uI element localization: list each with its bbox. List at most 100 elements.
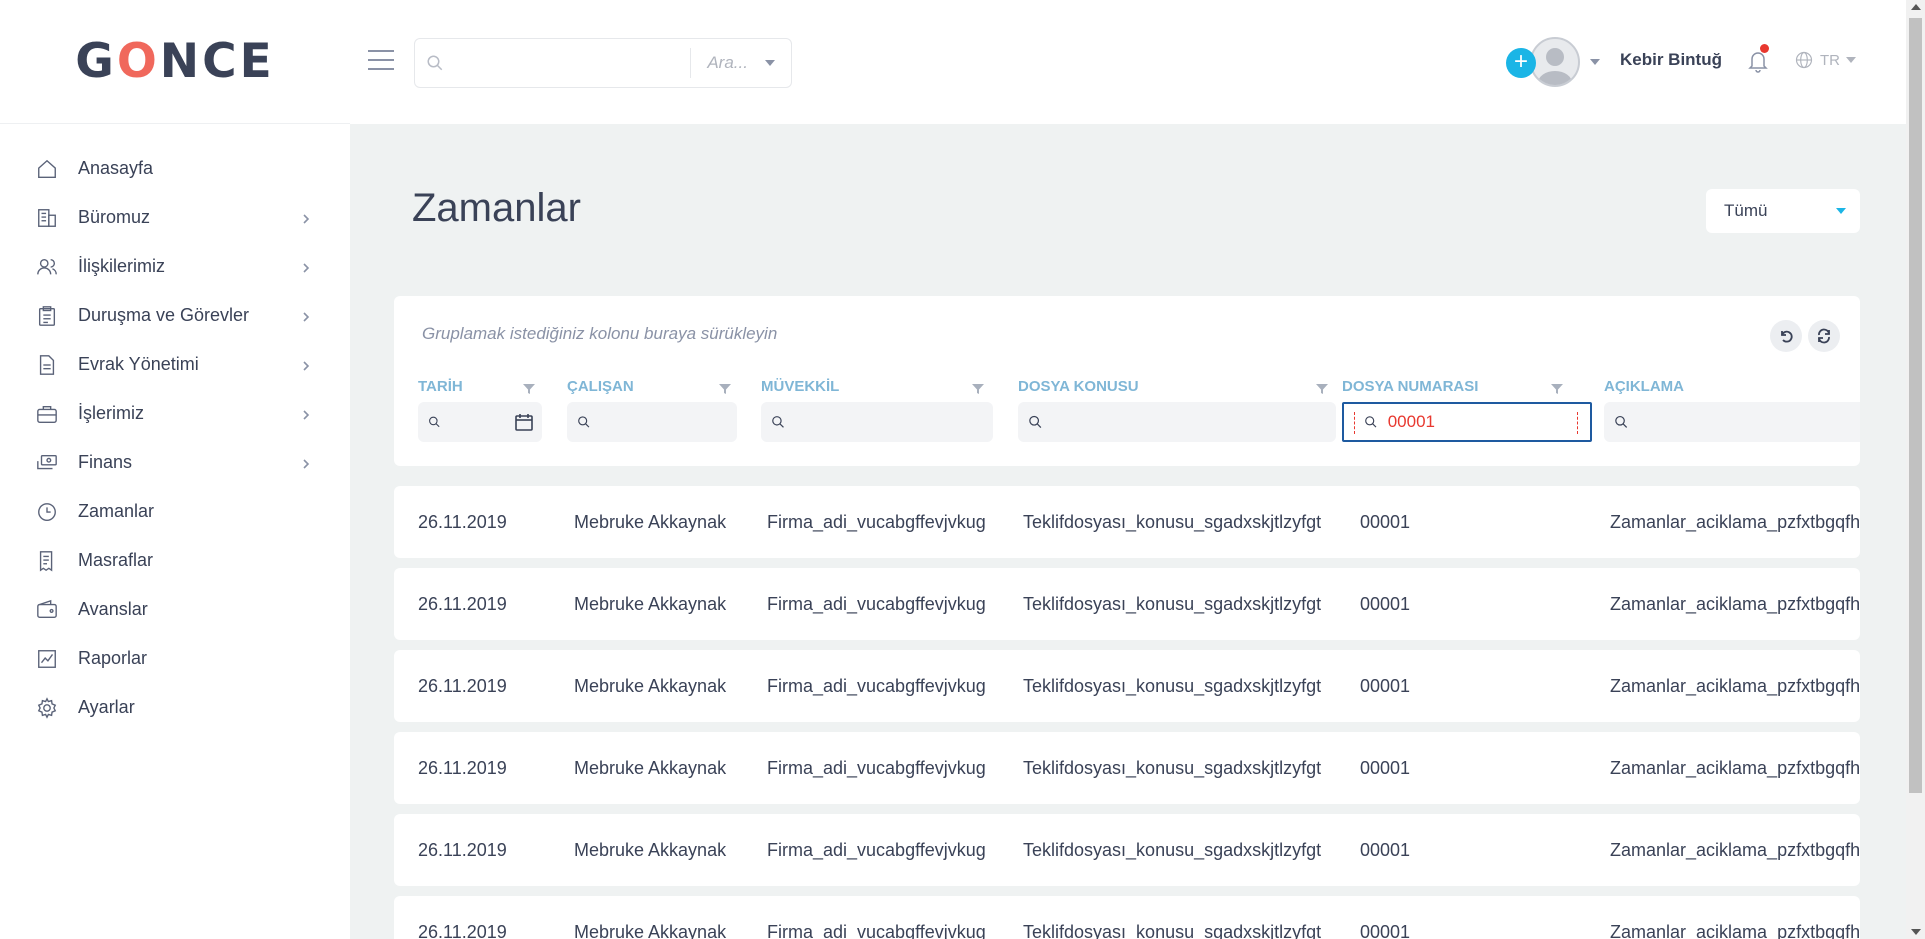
search-scope-select[interactable]: Ara... (691, 53, 791, 73)
wallet-icon (36, 599, 58, 621)
sidebar-item-11[interactable]: Raporlar (0, 634, 350, 683)
home-icon (36, 158, 58, 180)
grid-rows: 26.11.2019 Mebruke Akkaynak Firma_adi_vuca… (394, 486, 1860, 939)
column-filter-3[interactable] (761, 402, 993, 442)
sidebar-item-10[interactable]: Avanslar (0, 585, 350, 634)
money-icon (36, 452, 58, 474)
column-title[interactable]: MÜVEKKİL (761, 378, 839, 395)
undo-icon[interactable] (1770, 320, 1802, 352)
funnel-icon[interactable] (1315, 382, 1329, 396)
app-logo[interactable]: GONCE (0, 0, 350, 124)
sidebar-item-1[interactable]: Anasayfa (0, 144, 350, 193)
cell-aciklama: Zamanlar_aciklama_pzfxtbgqfh (1610, 840, 1860, 860)
notification-dot (1760, 44, 1769, 53)
table-row[interactable]: 26.11.2019 Mebruke Akkaynak Firma_adi_vuca… (394, 896, 1860, 939)
column-header-5[interactable]: DOSYA NUMARASI (1342, 378, 1592, 462)
gear-icon (36, 696, 58, 719)
column-header-3[interactable]: MÜVEKKİL (761, 378, 993, 462)
column-header-1[interactable]: TARİH (418, 378, 542, 462)
column-title[interactable]: DOSYA NUMARASI (1342, 378, 1478, 395)
column-title[interactable]: AÇIKLAMA (1604, 378, 1684, 395)
cell-aciklama: Zamanlar_aciklama_pzfxtbgqfh (1610, 758, 1860, 778)
cell-muvekkil: Firma_adi_vucabgffevjvkug (767, 922, 986, 939)
scroll-up-icon[interactable] (1911, 4, 1921, 10)
funnel-icon[interactable] (718, 382, 732, 396)
column-title[interactable]: ÇALIŞAN (567, 378, 634, 395)
building-icon (36, 207, 58, 229)
sidebar-item-label: Duruşma ve Görevler (78, 305, 250, 325)
table-row[interactable]: 26.11.2019 Mebruke Akkaynak Firma_adi_vuca… (394, 814, 1860, 886)
sidebar-item-2[interactable]: Büromuz (0, 193, 350, 242)
column-filter-input[interactable] (1387, 412, 1590, 432)
scroll-thumb[interactable] (1909, 18, 1922, 793)
sidebar-item-6[interactable]: İşlerimiz (0, 389, 350, 438)
column-filter-2[interactable] (567, 402, 737, 442)
search-icon (429, 416, 440, 428)
cell-numara: 00001 (1360, 840, 1411, 860)
column-filter-1[interactable] (418, 402, 542, 442)
column-filter-input[interactable] (600, 412, 737, 432)
cell-konu: Teklifdosyası_konusu_sgadxskjtlzyfgt (1023, 840, 1322, 860)
language-select[interactable]: TR (1794, 50, 1856, 70)
page-scrollbar[interactable] (1906, 0, 1925, 939)
search-icon (415, 54, 455, 72)
calendar-icon[interactable] (514, 412, 534, 432)
column-header-6[interactable]: AÇIKLAMA (1604, 378, 1860, 462)
cell-muvekkil: Firma_adi_vucabgffevjvkug (767, 594, 986, 614)
sidebar-item-12[interactable]: Ayarlar (0, 683, 350, 732)
document-icon (36, 354, 58, 376)
sidebar: GONCE Anasayfa Büromuz İlişkilerimiz Duruşm… (0, 0, 350, 939)
cell-tarih: 26.11.2019 (418, 512, 507, 532)
column-filter-6[interactable] (1604, 402, 1860, 442)
sidebar-item-label: Avanslar (78, 599, 148, 619)
period-filter-select[interactable]: Tümü (1706, 189, 1860, 233)
sidebar-item-label: Ayarlar (78, 697, 135, 717)
group-panel-hint[interactable]: Gruplamak istediğiniz kolonu buraya sürü… (422, 324, 777, 344)
sidebar-item-9[interactable]: Masraflar (0, 536, 350, 585)
add-button[interactable]: + (1506, 48, 1536, 78)
cell-konu: Teklifdosyası_konusu_sgadxskjtlzyfgt (1023, 512, 1322, 532)
sidebar-item-label: Büromuz (78, 207, 151, 227)
cell-calisan: Mebruke Akkaynak (574, 758, 727, 778)
avatar[interactable] (1530, 37, 1580, 87)
column-header-2[interactable]: ÇALIŞAN (567, 378, 737, 462)
chart-icon (36, 648, 58, 670)
funnel-icon[interactable] (522, 382, 536, 396)
sidebar-item-label: Evrak Yönetimi (78, 354, 199, 374)
users-icon (36, 256, 58, 278)
sidebar-nav: Anasayfa Büromuz İlişkilerimiz Duruşma ve G… (0, 144, 350, 732)
sidebar-item-label: Anasayfa (78, 158, 154, 178)
sidebar-item-label: Raporlar (78, 648, 148, 668)
column-filter-4[interactable] (1018, 402, 1336, 442)
search-input[interactable] (455, 39, 690, 87)
sidebar-item-8[interactable]: Zamanlar (0, 487, 350, 536)
table-row[interactable]: 26.11.2019 Mebruke Akkaynak Firma_adi_vuca… (394, 568, 1860, 640)
funnel-icon[interactable] (971, 382, 985, 396)
column-title[interactable]: DOSYA KONUSU (1018, 378, 1139, 395)
funnel-icon[interactable] (1550, 382, 1564, 396)
logo-text: GONCE (75, 34, 275, 89)
menu-toggle-icon[interactable] (368, 50, 394, 70)
column-filter-input[interactable] (795, 412, 993, 432)
column-header-4[interactable]: DOSYA KONUSU (1018, 378, 1336, 462)
user-menu-chevron-icon[interactable] (1590, 59, 1600, 65)
cell-aciklama: Zamanlar_aciklama_pzfxtbgqfh (1610, 922, 1860, 939)
chevron-right-icon (300, 457, 312, 469)
refresh-icon[interactable] (1808, 320, 1840, 352)
sidebar-item-4[interactable]: Duruşma ve Görevler (0, 291, 350, 340)
sidebar-item-7[interactable]: Finans (0, 438, 350, 487)
cell-calisan: Mebruke Akkaynak (574, 594, 727, 614)
column-filter-5[interactable] (1342, 402, 1592, 442)
column-filter-input[interactable] (1052, 412, 1336, 432)
sidebar-item-label: Masraflar (78, 550, 154, 570)
user-name[interactable]: Kebir Bintuğ (1620, 50, 1722, 70)
column-filter-input[interactable] (1638, 412, 1860, 432)
scroll-down-icon[interactable] (1911, 929, 1921, 935)
sidebar-item-5[interactable]: Evrak Yönetimi (0, 340, 350, 389)
table-row[interactable]: 26.11.2019 Mebruke Akkaynak Firma_adi_vuca… (394, 650, 1860, 722)
table-row[interactable]: 26.11.2019 Mebruke Akkaynak Firma_adi_vuca… (394, 486, 1860, 558)
sidebar-item-3[interactable]: İlişkilerimiz (0, 242, 350, 291)
cell-muvekkil: Firma_adi_vucabgffevjvkug (767, 840, 986, 860)
column-title[interactable]: TARİH (418, 378, 463, 395)
table-row[interactable]: 26.11.2019 Mebruke Akkaynak Firma_adi_vuca… (394, 732, 1860, 804)
